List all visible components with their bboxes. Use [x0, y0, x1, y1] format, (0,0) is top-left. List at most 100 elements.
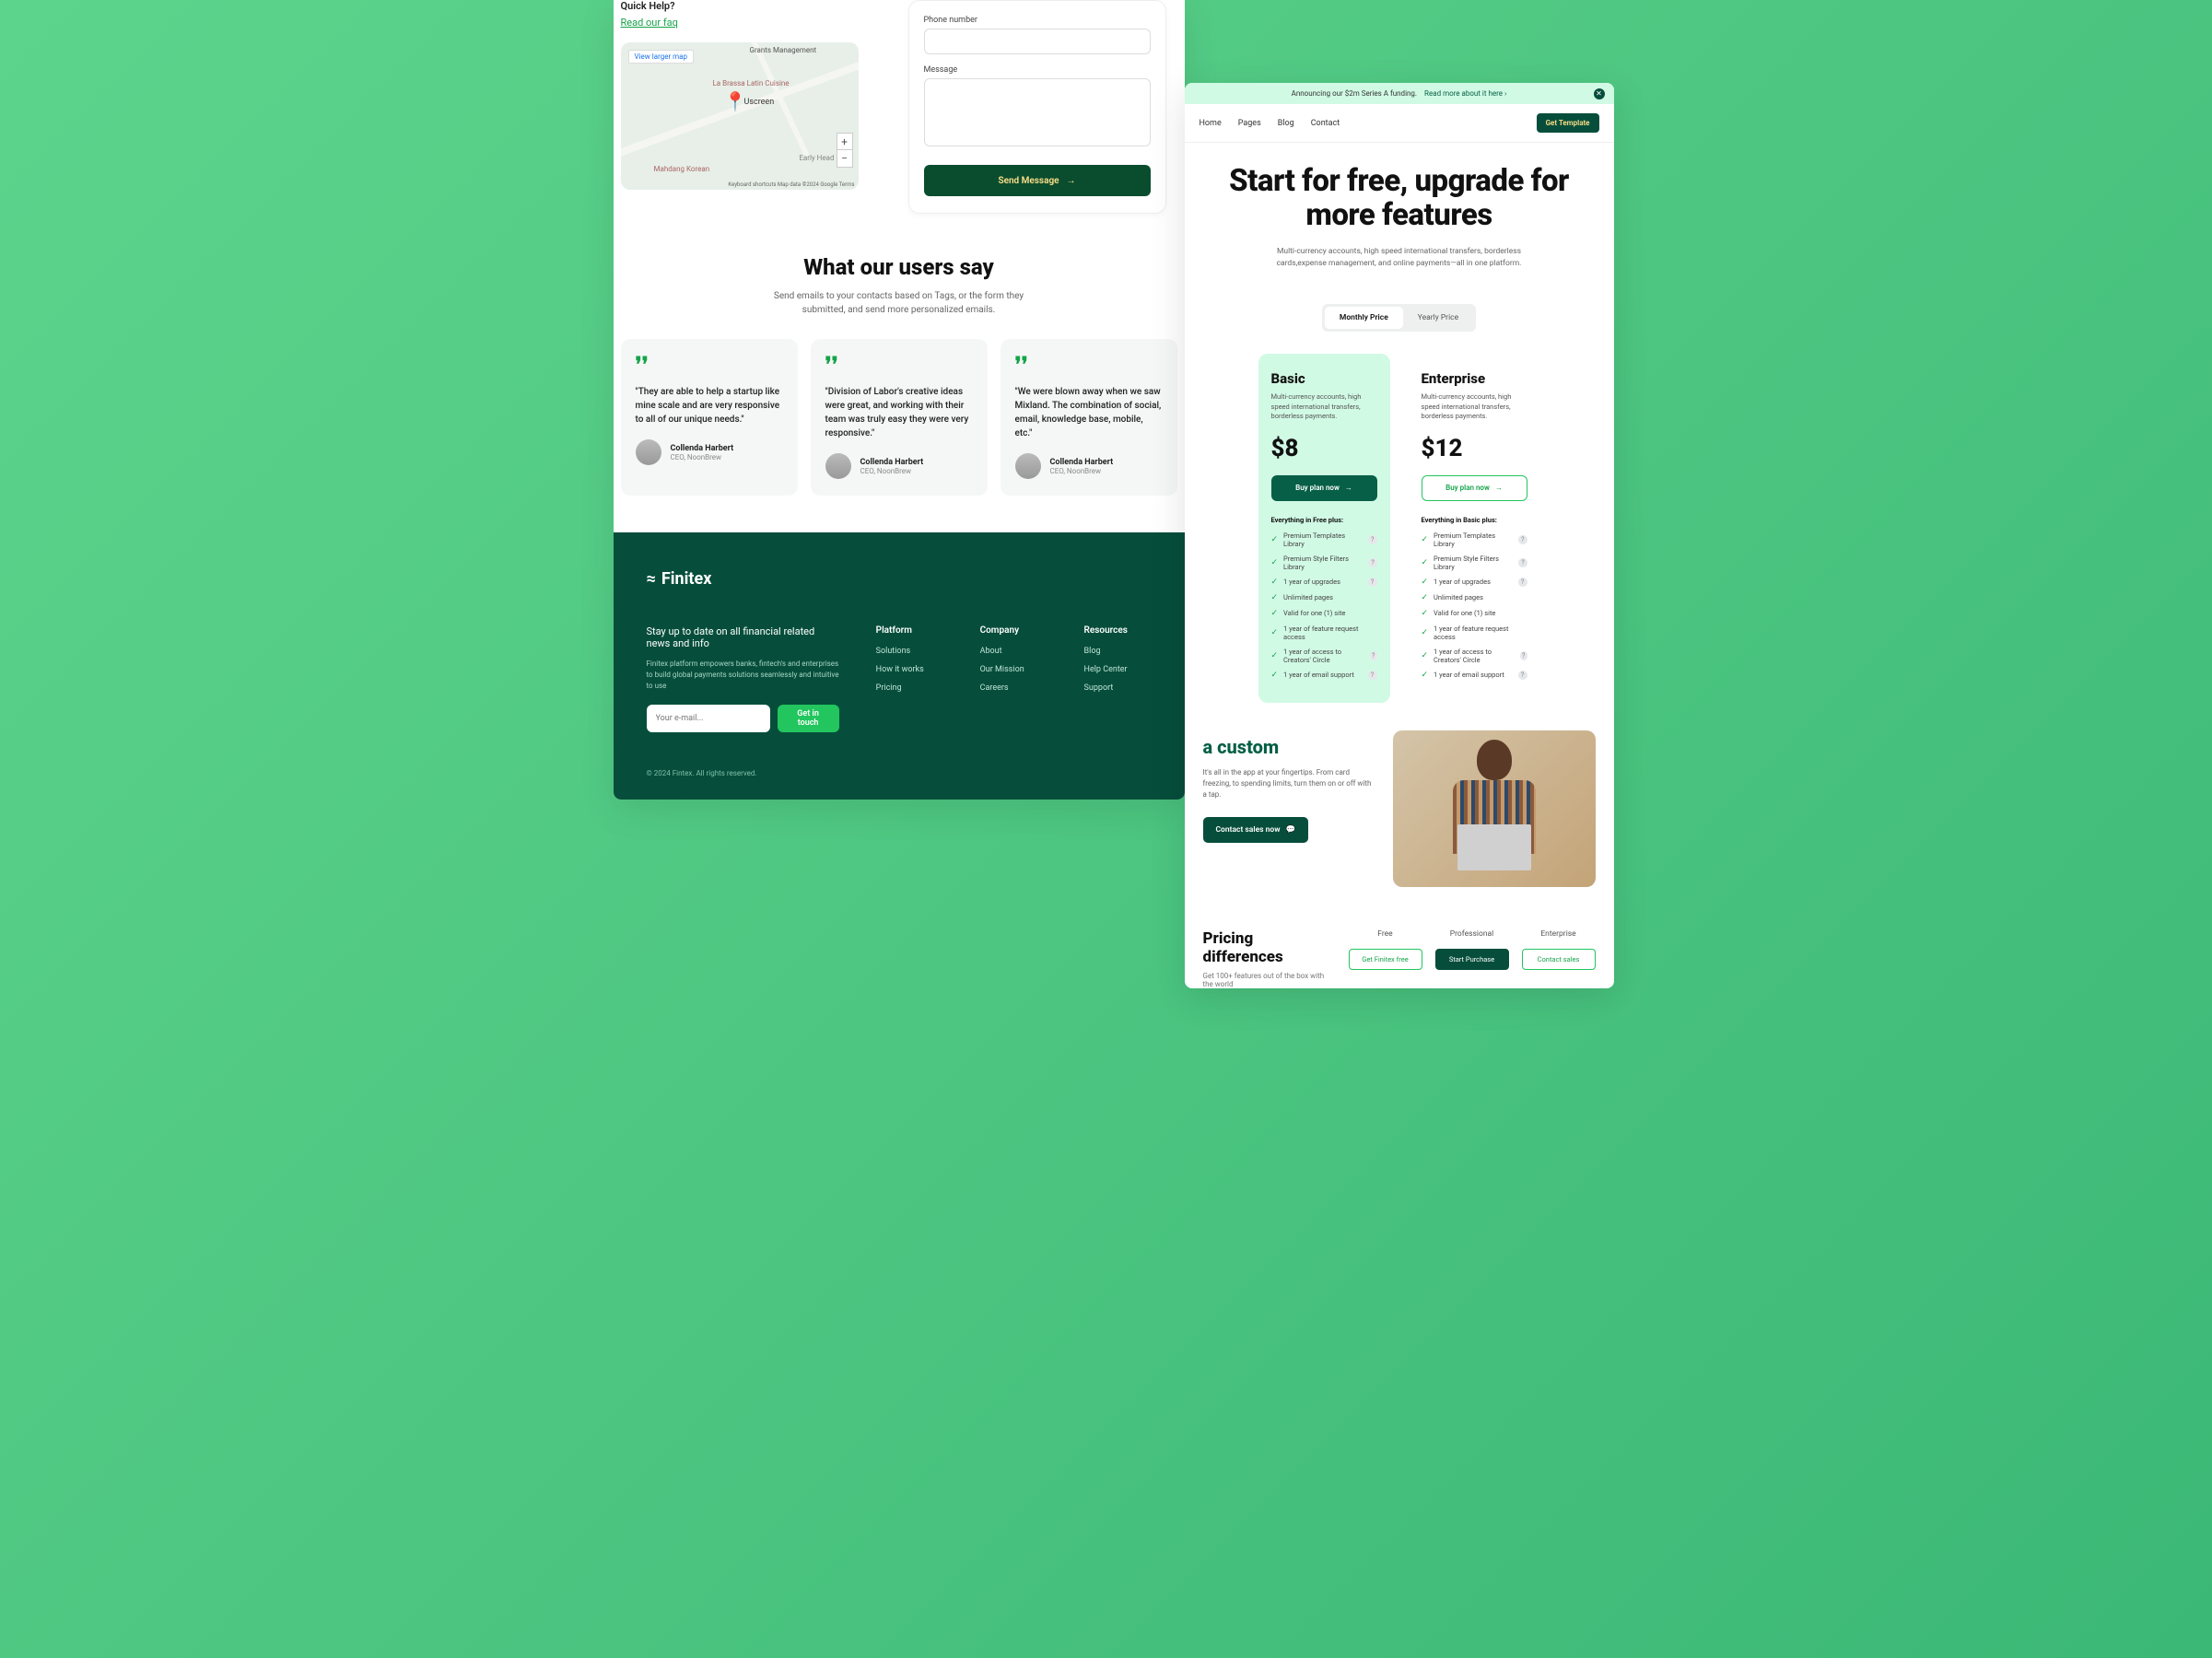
- info-icon[interactable]: ?: [1368, 535, 1376, 544]
- check-icon: ✓: [1271, 593, 1279, 602]
- quote-icon: ❜❜: [825, 356, 973, 376]
- plan-feature: ✓1 year of email support?: [1422, 671, 1527, 680]
- footer-link[interactable]: Blog: [1084, 647, 1152, 656]
- info-icon[interactable]: ?: [1518, 558, 1527, 567]
- footer-link[interactable]: Pricing: [876, 683, 943, 693]
- hero-title: Start for free, upgrade for more feature…: [1192, 165, 1607, 233]
- map-poi: Early Head: [799, 154, 834, 162]
- pricing-diff-column: Free Get Finitex free: [1349, 929, 1422, 970]
- phone-input[interactable]: [924, 29, 1151, 54]
- check-icon: ✓: [1422, 609, 1429, 618]
- get-template-button[interactable]: Get Template: [1537, 113, 1599, 133]
- tier-cta-button[interactable]: Start Purchase: [1435, 949, 1509, 970]
- plan-feature: ✓1 year of access to Creators' Circle?: [1271, 648, 1377, 664]
- features-header: Everything in Basic plus:: [1422, 516, 1527, 524]
- testimonial-text: "We were blown away when we saw Mixland.…: [1015, 385, 1163, 440]
- plan-feature: ✓1 year of access to Creators' Circle?: [1422, 648, 1527, 664]
- testimonial-card: ❜❜ "We were blown away when we saw Mixla…: [1001, 339, 1177, 496]
- footer-link[interactable]: Our Mission: [980, 665, 1047, 674]
- avatar: [636, 439, 661, 465]
- check-icon: ✓: [1422, 578, 1429, 587]
- message-textarea[interactable]: [924, 78, 1151, 146]
- send-message-button[interactable]: Send Message →: [924, 165, 1151, 196]
- testimonials-sub: Send emails to your contacts based on Ta…: [761, 289, 1037, 317]
- contact-sales-button[interactable]: Contact sales now 💬: [1203, 817, 1309, 843]
- announcement-link[interactable]: Read more about it here ›: [1424, 89, 1506, 98]
- monthly-toggle[interactable]: Monthly Price: [1325, 307, 1403, 329]
- footer-link[interactable]: About: [980, 647, 1047, 656]
- plan-feature: ✓Unlimited pages: [1271, 593, 1377, 602]
- pricing-diff-column: Professional Start Purchase: [1435, 929, 1509, 970]
- check-icon: ✓: [1422, 558, 1429, 567]
- plan-feature: ✓1 year of feature request access: [1422, 625, 1527, 641]
- info-icon[interactable]: ?: [1518, 671, 1527, 680]
- larger-map-link[interactable]: View larger map: [628, 50, 695, 64]
- logo-icon: ≈: [647, 569, 656, 589]
- quote-icon: ❜❜: [636, 356, 783, 376]
- custom-plan-title: a custom: [1203, 736, 1375, 758]
- nav-link[interactable]: Blog: [1278, 119, 1294, 128]
- footer-col-title: Company: [980, 625, 1047, 636]
- check-icon: ✓: [1271, 558, 1279, 567]
- check-icon: ✓: [1422, 671, 1429, 680]
- footer-link[interactable]: Support: [1084, 683, 1152, 693]
- info-icon[interactable]: ?: [1368, 578, 1377, 587]
- nav-link[interactable]: Home: [1200, 119, 1222, 128]
- get-in-touch-button[interactable]: Get in touch: [778, 705, 839, 732]
- zoom-in-button[interactable]: +: [837, 134, 852, 150]
- arrow-right-icon: →: [1345, 484, 1352, 492]
- check-icon: ✓: [1271, 578, 1279, 587]
- plan-feature: ✓Unlimited pages: [1422, 593, 1527, 602]
- nav-link[interactable]: Contact: [1311, 119, 1340, 128]
- arrow-right-icon: →: [1495, 484, 1503, 492]
- buy-plan-button[interactable]: Buy plan now →: [1271, 475, 1377, 501]
- right-page-card: Announcing our $2m Series A funding. Rea…: [1185, 83, 1614, 988]
- tier-cta-button[interactable]: Contact sales: [1522, 949, 1596, 970]
- plan-name: Enterprise: [1422, 370, 1527, 387]
- newsletter-email-input[interactable]: [647, 705, 770, 732]
- pricing-diff-title: Pricing differences: [1203, 929, 1330, 966]
- custom-plan-image: [1393, 730, 1596, 887]
- info-icon[interactable]: ?: [1368, 671, 1377, 680]
- check-icon: ✓: [1422, 628, 1429, 637]
- buy-plan-button[interactable]: Buy plan now →: [1422, 475, 1527, 501]
- pricing-plan-card: Enterprise Multi-currency accounts, high…: [1409, 354, 1540, 703]
- footer-logo: ≈ Finitex: [647, 569, 1152, 589]
- tier-label: Professional: [1435, 929, 1509, 939]
- plan-feature: ✓1 year of upgrades?: [1271, 578, 1377, 587]
- pricing-diff-sub: Get 100+ features out of the box with th…: [1203, 972, 1330, 988]
- check-icon: ✓: [1271, 671, 1279, 680]
- map-embed[interactable]: View larger map Grants Management La Bra…: [621, 42, 859, 190]
- footer-link[interactable]: How it works: [876, 665, 943, 674]
- newsletter-heading: Stay up to date on all financial related…: [647, 625, 839, 649]
- check-icon: ✓: [1271, 535, 1279, 544]
- footer-col-title: Platform: [876, 625, 943, 636]
- footer-link[interactable]: Help Center: [1084, 665, 1152, 674]
- footer-link[interactable]: Solutions: [876, 647, 943, 656]
- faq-link[interactable]: Read our faq: [621, 17, 678, 29]
- info-icon[interactable]: ?: [1520, 651, 1527, 660]
- yearly-toggle[interactable]: Yearly Price: [1403, 307, 1473, 329]
- info-icon[interactable]: ?: [1518, 535, 1527, 544]
- quote-icon: ❜❜: [1015, 356, 1163, 376]
- arrow-right-icon: →: [1067, 176, 1076, 186]
- author-role: CEO, NoonBrew: [671, 453, 734, 461]
- billing-toggle: Monthly Price Yearly Price: [1322, 304, 1476, 332]
- footer-link[interactable]: Careers: [980, 683, 1047, 693]
- newsletter-desc: Finitex platform empowers banks, fintech…: [647, 659, 839, 692]
- tier-cta-button[interactable]: Get Finitex free: [1349, 949, 1422, 970]
- info-icon[interactable]: ?: [1518, 578, 1527, 587]
- plan-feature: ✓Premium Style Filters Library?: [1271, 555, 1377, 571]
- info-icon[interactable]: ?: [1370, 651, 1377, 660]
- plan-desc: Multi-currency accounts, high speed inte…: [1271, 392, 1377, 422]
- plan-feature: ✓1 year of email support?: [1271, 671, 1377, 680]
- check-icon: ✓: [1271, 651, 1279, 660]
- zoom-out-button[interactable]: −: [837, 150, 852, 167]
- info-icon[interactable]: ?: [1368, 558, 1376, 567]
- nav-link[interactable]: Pages: [1238, 119, 1261, 128]
- close-icon[interactable]: ✕: [1594, 88, 1605, 99]
- features-header: Everything in Free plus:: [1271, 516, 1377, 524]
- plan-desc: Multi-currency accounts, high speed inte…: [1422, 392, 1527, 422]
- plan-feature: ✓Valid for one (1) site: [1271, 609, 1377, 618]
- testimonial-card: ❜❜ "Division of Labor's creative ideas w…: [811, 339, 988, 496]
